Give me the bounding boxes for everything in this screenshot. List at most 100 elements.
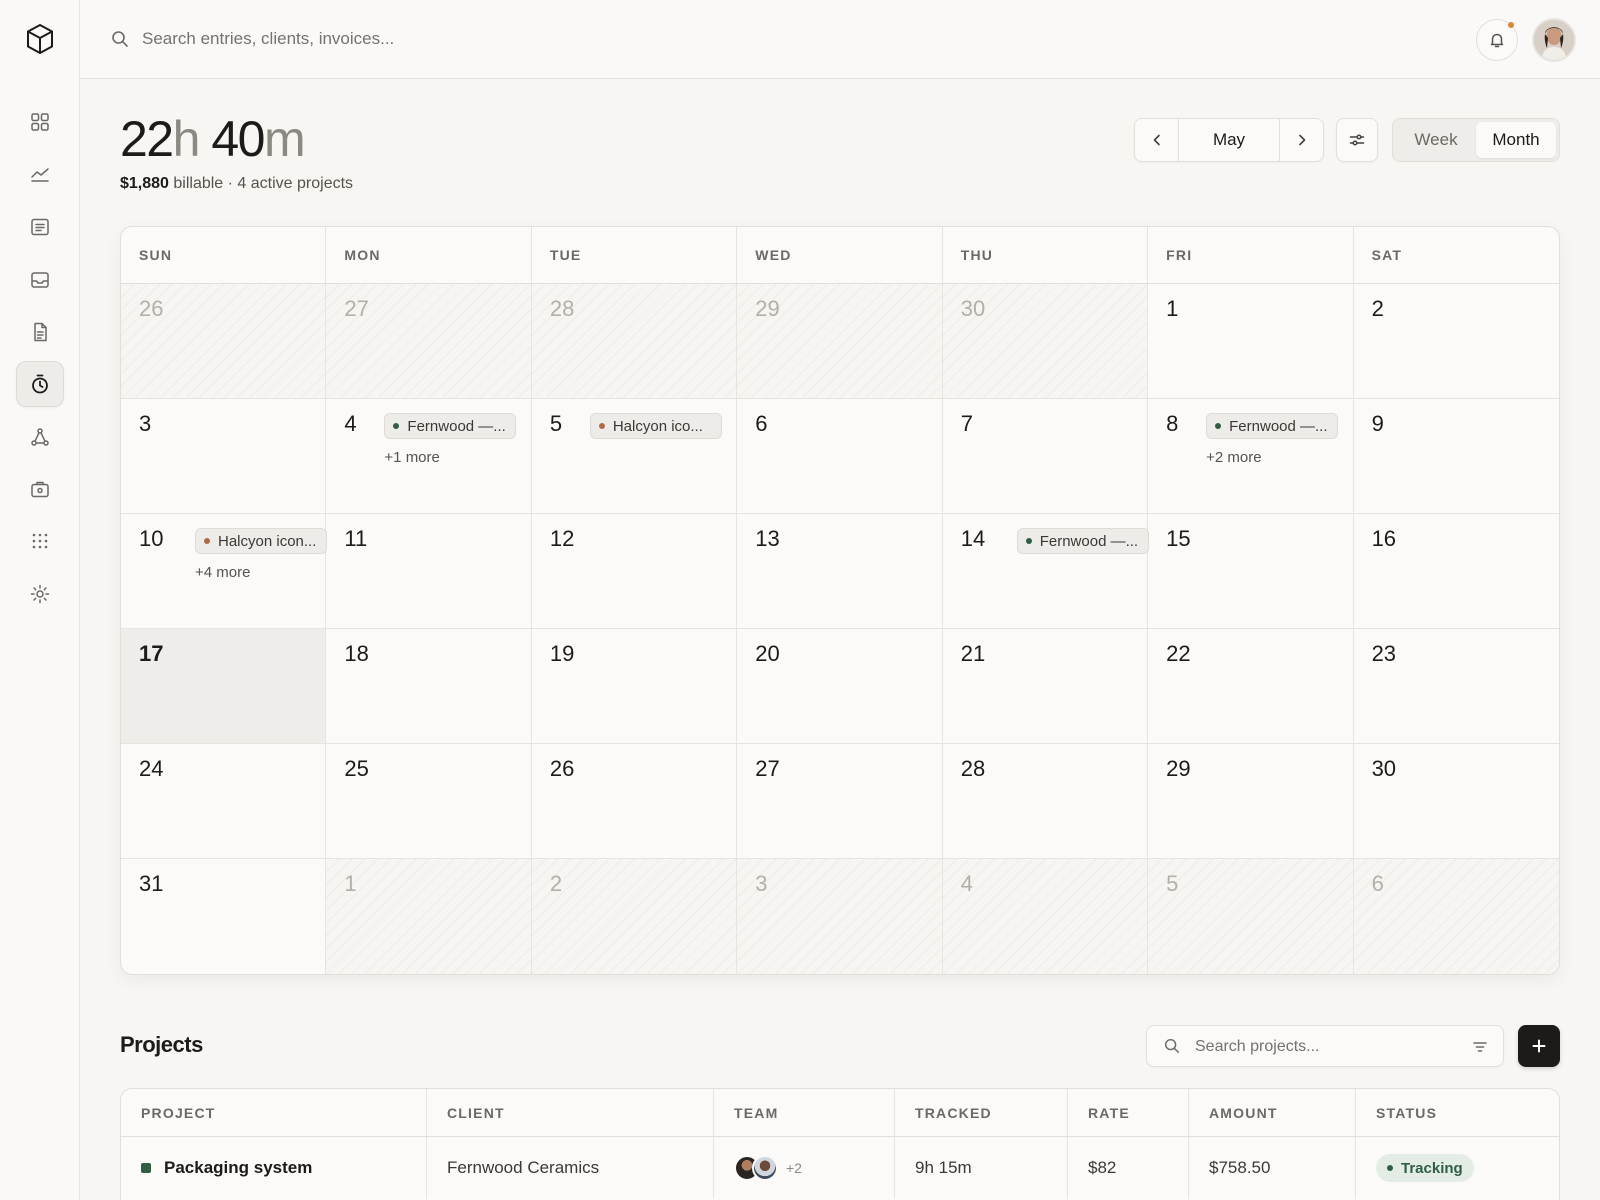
column-header[interactable]: STATUS	[1356, 1089, 1559, 1136]
calendar-day-cell[interactable]: 28	[942, 744, 1149, 859]
more-entries-link[interactable]: +1 more	[384, 449, 439, 466]
calendar-day-cell[interactable]: 26	[121, 284, 327, 399]
column-header[interactable]: TRACKED	[895, 1089, 1068, 1136]
calendar-day-cell[interactable]: 2	[531, 859, 738, 974]
nav-settings[interactable]	[16, 571, 64, 617]
calendar-day-cell[interactable]: 11	[326, 514, 532, 629]
column-header[interactable]: CLIENT	[427, 1089, 714, 1136]
calendar-day-cell[interactable]: 22	[1148, 629, 1354, 744]
global-search-input[interactable]	[142, 22, 742, 56]
calendar-day-cell[interactable]: 21	[942, 629, 1149, 744]
time-entry-chip[interactable]: Fernwood —...	[1016, 528, 1149, 554]
calendar-day-cell[interactable]: 29	[1148, 744, 1354, 859]
chevron-right-icon	[1298, 134, 1305, 146]
calendar-day-cell[interactable]: 17	[121, 629, 327, 744]
day-number: 23	[1371, 641, 1397, 666]
nav-timer[interactable]	[16, 361, 64, 407]
calendar-day-cell[interactable]: 2	[1353, 284, 1559, 399]
team-more-count[interactable]: +2	[786, 1160, 802, 1176]
calendar-day-cell[interactable]: 28	[531, 284, 738, 399]
time-entry-chip[interactable]: Halcyon icon...	[195, 528, 327, 554]
calendar-day-cell[interactable]: 24	[121, 744, 327, 859]
calendar-day-cell[interactable]: 10 Halcyon icon... +4 more	[121, 514, 327, 629]
calendar-day-cell[interactable]: 1	[1148, 284, 1354, 399]
day-number: 18	[344, 641, 369, 666]
day-number: 26	[139, 296, 164, 321]
nav-network[interactable]	[16, 414, 64, 460]
calendar-day-cell[interactable]: 19	[531, 629, 738, 744]
calendar-day-cell[interactable]: 16	[1353, 514, 1559, 629]
current-month-label[interactable]: May	[1179, 119, 1279, 161]
nav-inbox[interactable]	[16, 257, 64, 303]
column-header[interactable]: TEAM	[714, 1089, 895, 1136]
column-header[interactable]: RATE	[1068, 1089, 1189, 1136]
prev-month-button[interactable]	[1135, 119, 1179, 161]
user-avatar[interactable]	[1532, 18, 1576, 62]
time-entry-chip[interactable]: Fernwood —...	[1206, 413, 1339, 439]
next-month-button[interactable]	[1279, 119, 1323, 161]
calendar-day-cell[interactable]: 4 Fernwood —... +1 more	[326, 399, 532, 514]
day-number: 27	[344, 296, 369, 321]
calendar-day-cell[interactable]: 25	[326, 744, 532, 859]
nav-invoices[interactable]	[16, 309, 64, 355]
calendar-day-cell[interactable]: 7	[942, 399, 1149, 514]
day-number: 29	[755, 296, 780, 321]
calendar-day-cell[interactable]: 6	[737, 399, 943, 514]
day-number: 12	[549, 526, 575, 551]
calendar-day-cell[interactable]: 30	[1353, 744, 1559, 859]
calendar-day-cell[interactable]: 26	[531, 744, 738, 859]
calendar-day-cell[interactable]: 23	[1353, 629, 1559, 744]
more-entries-link[interactable]: +4 more	[195, 564, 250, 581]
nav-reports[interactable]	[16, 152, 64, 198]
calendar-day-cell[interactable]: 31	[121, 859, 327, 974]
calendar-day-cell[interactable]: 18	[326, 629, 532, 744]
nav-entries[interactable]	[16, 204, 64, 250]
calendar-day-cell[interactable]: 14 Fernwood —...	[942, 514, 1149, 629]
calendar-day-cell[interactable]: 20	[737, 629, 943, 744]
team-avatar[interactable]	[752, 1155, 778, 1181]
day-number: 25	[344, 756, 369, 781]
time-entry-chip[interactable]: Fernwood —...	[384, 413, 517, 439]
nav-clients[interactable]	[16, 466, 64, 512]
calendar-day-cell[interactable]: 5	[1148, 859, 1354, 974]
calendar-day-cell[interactable]: 27	[326, 284, 532, 399]
network-icon	[31, 428, 49, 446]
filter-icon[interactable]	[1471, 1038, 1489, 1056]
calendar-day-cell[interactable]: 29	[737, 284, 943, 399]
calendar-day-cell[interactable]: 1	[326, 859, 532, 974]
nav-apps[interactable]	[16, 518, 64, 564]
calendar-day-cell[interactable]: 13	[737, 514, 943, 629]
nav-dashboard[interactable]	[16, 99, 64, 145]
calendar-day-cell[interactable]: 3	[121, 399, 327, 514]
calendar-day-cell[interactable]: 27	[737, 744, 943, 859]
calendar-day-cell[interactable]: 12	[531, 514, 738, 629]
add-project-button[interactable]	[1518, 1025, 1560, 1067]
column-header[interactable]: PROJECT	[121, 1089, 427, 1136]
total-hours: 22	[120, 111, 174, 167]
calendar-day-cell[interactable]: 8 Fernwood —... +2 more	[1148, 399, 1354, 514]
table-row[interactable]: Packaging system Fernwood Ceramics +2 9h…	[121, 1137, 1559, 1199]
day-number: 19	[549, 641, 575, 666]
notifications-button[interactable]	[1476, 19, 1518, 61]
more-entries-link[interactable]: +2 more	[1206, 449, 1261, 466]
day-number: 9	[1371, 411, 1384, 436]
column-header[interactable]: AMOUNT	[1189, 1089, 1356, 1136]
view-week-button[interactable]: Week	[1396, 122, 1476, 158]
view-month-button[interactable]: Month	[1476, 122, 1556, 158]
day-number: 6	[755, 411, 768, 436]
calendar-day-cell[interactable]: 5 Halcyon ico...	[531, 399, 738, 514]
project-name[interactable]: Packaging system	[164, 1158, 312, 1178]
calendar-day-cell[interactable]: 30	[942, 284, 1149, 399]
calendar-day-cell[interactable]: 3	[737, 859, 943, 974]
file-icon	[34, 322, 47, 342]
calendar-day-cell[interactable]: 6	[1353, 859, 1559, 974]
calendar-day-cell[interactable]: 4	[942, 859, 1149, 974]
calendar-day-cell[interactable]: 9	[1353, 399, 1559, 514]
time-entry-chip[interactable]: Halcyon ico...	[589, 413, 722, 439]
logo-cube-icon[interactable]	[22, 20, 58, 58]
day-number: 20	[755, 641, 780, 666]
project-search-input[interactable]	[1195, 1032, 1445, 1062]
weekday-label: SAT	[1371, 247, 1403, 263]
calendar-filter-button[interactable]	[1336, 118, 1378, 162]
calendar-day-cell[interactable]: 15	[1148, 514, 1354, 629]
